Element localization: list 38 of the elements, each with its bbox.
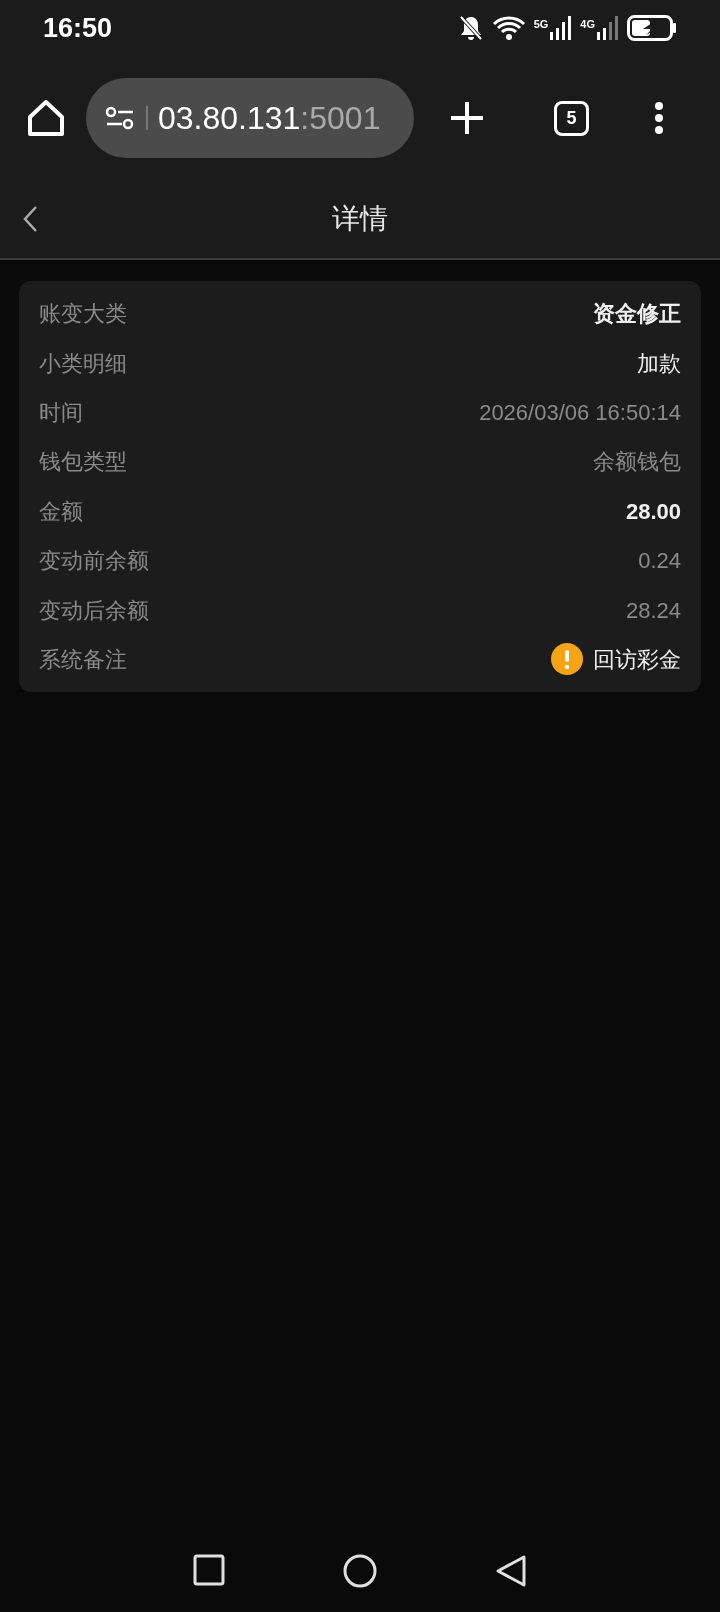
bell-off-icon	[457, 14, 484, 42]
signal-icon	[597, 16, 619, 40]
status-time: 16:50	[43, 11, 113, 45]
wifi-icon	[491, 15, 526, 41]
signal-icon	[550, 16, 573, 40]
network-label: 5G	[533, 17, 549, 32]
field-value: 28.00	[625, 497, 681, 526]
url-port: :5001	[300, 99, 381, 138]
field-label: 系统备注	[39, 645, 127, 674]
back-icon[interactable]	[22, 205, 38, 233]
field-value: 余额钱包	[593, 448, 681, 477]
home-nav-icon[interactable]	[343, 1554, 377, 1588]
field-label: 账变大类	[39, 300, 127, 329]
battery-charging-icon	[627, 15, 677, 41]
field-value: 回访彩金	[593, 645, 681, 674]
field-value: 28.24	[625, 596, 681, 625]
field-label: 变动前余额	[39, 547, 149, 576]
field-value: 2026/03/06 16:50:14	[479, 398, 681, 427]
back-nav-icon[interactable]	[495, 1554, 527, 1588]
field-label: 小类明细	[39, 349, 127, 378]
field-label: 时间	[39, 398, 83, 427]
tab-count-button[interactable]: 5	[554, 100, 589, 136]
home-icon[interactable]	[26, 99, 66, 137]
page-title: 详情	[332, 202, 388, 236]
field-label: 变动后余额	[39, 596, 149, 625]
field-value: 资金修正	[593, 300, 681, 329]
field-value: 加款	[637, 349, 681, 378]
more-icon[interactable]	[654, 101, 664, 135]
square-nav-icon[interactable]	[193, 1554, 225, 1586]
warning-icon	[551, 643, 583, 676]
plus-icon[interactable]	[450, 101, 484, 135]
field-value: 0.24	[638, 547, 681, 576]
field-label: 金额	[39, 497, 83, 526]
settings-icon[interactable]	[104, 104, 136, 132]
address-bar[interactable]: 03.80.131:5001	[86, 78, 414, 158]
field-label: 钱包类型	[39, 448, 127, 477]
url-host: 03.80.131	[158, 99, 301, 138]
network-label: 4G	[580, 17, 595, 32]
